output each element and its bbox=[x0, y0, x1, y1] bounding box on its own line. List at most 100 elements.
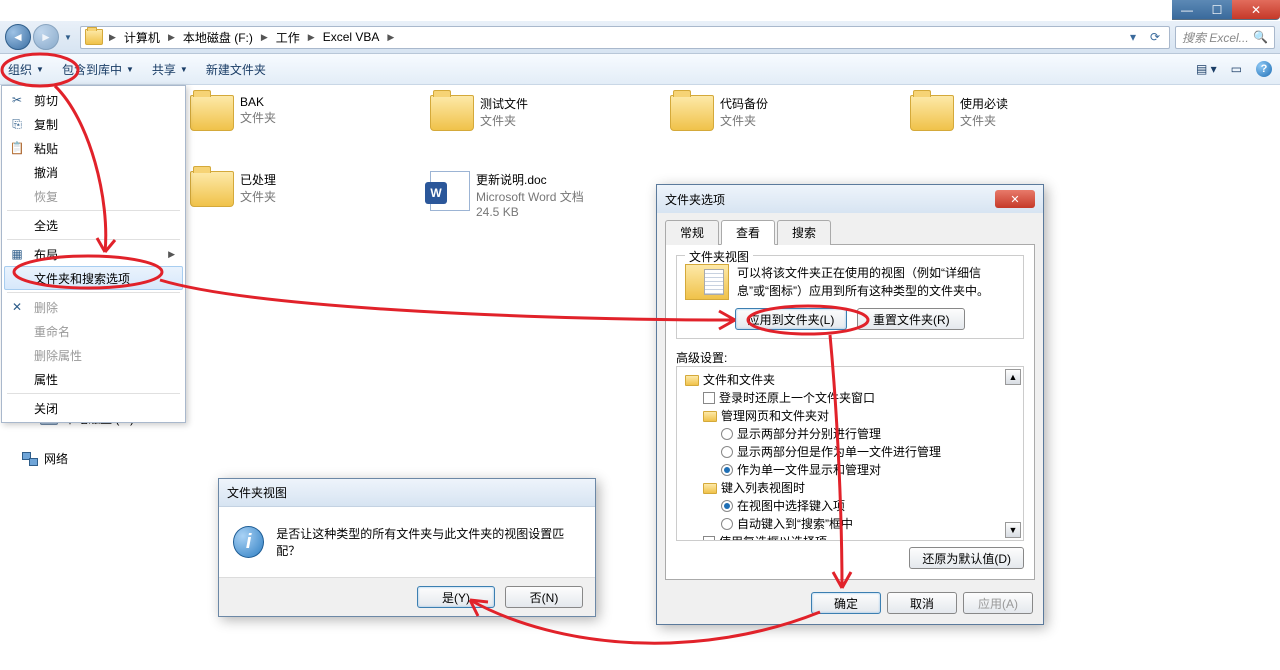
folder-item-readme[interactable]: 使用必读 文件夹 bbox=[910, 95, 1090, 131]
search-input[interactable]: 搜索 Excel... 🔍 bbox=[1175, 26, 1275, 49]
radio[interactable] bbox=[721, 500, 733, 512]
checkbox[interactable] bbox=[703, 536, 715, 541]
info-icon: i bbox=[233, 526, 264, 558]
include-label: 包含到库中 bbox=[62, 61, 122, 78]
layout-icon: ▦ bbox=[9, 246, 25, 262]
menu-redo: 恢复 bbox=[4, 184, 183, 208]
folder-item-code-backup[interactable]: 代码备份 文件夹 bbox=[670, 95, 850, 131]
radio[interactable] bbox=[721, 428, 733, 440]
file-name: 已处理 bbox=[240, 171, 276, 188]
ok-button[interactable]: 确定 bbox=[811, 592, 881, 614]
dialog-close-button[interactable]: ✕ bbox=[995, 190, 1035, 208]
menu-undo[interactable]: 撤消 bbox=[4, 160, 183, 184]
file-name: 代码备份 bbox=[720, 95, 768, 112]
copy-icon: ⎘ bbox=[9, 116, 25, 132]
menu-copy[interactable]: ⎘复制 bbox=[4, 112, 183, 136]
cut-icon: ✂ bbox=[9, 92, 25, 108]
organize-menu: ✂剪切 ⎘复制 📋粘贴 撤消 恢复 全选 ▦布局▶ 文件夹和搜索选项 ✕删除 重… bbox=[1, 85, 186, 423]
tab-general[interactable]: 常规 bbox=[665, 220, 719, 245]
group-folder-views: 文件夹视图 bbox=[685, 248, 753, 265]
menu-layout[interactable]: ▦布局▶ bbox=[4, 242, 183, 266]
breadcrumb[interactable]: 本地磁盘 (F:) bbox=[181, 29, 255, 46]
folder-item-bak[interactable]: BAK 文件夹 bbox=[190, 95, 370, 131]
file-size: 24.5 KB bbox=[476, 205, 584, 219]
submenu-arrow-icon: ▶ bbox=[168, 249, 175, 260]
apply-to-folders-button[interactable]: 应用到文件夹(L) bbox=[735, 308, 848, 330]
window-min-button[interactable]: — bbox=[1172, 0, 1202, 20]
nav-forward-button[interactable]: ► bbox=[33, 24, 59, 50]
advanced-settings-tree[interactable]: ▲ ▼ 文件和文件夹 登录时还原上一个文件夹窗口 管理网页和文件夹对 显示两部分… bbox=[676, 366, 1024, 541]
reset-folders-button[interactable]: 重置文件夹(R) bbox=[857, 308, 965, 330]
preview-pane-icon[interactable]: ▭ bbox=[1231, 62, 1242, 76]
delete-icon: ✕ bbox=[9, 299, 25, 315]
folder-icon bbox=[670, 95, 714, 131]
file-name: 测试文件 bbox=[480, 95, 528, 112]
file-type: 文件夹 bbox=[720, 112, 768, 129]
folder-icon bbox=[703, 483, 717, 494]
file-type: 文件夹 bbox=[240, 188, 276, 205]
scroll-up-button[interactable]: ▲ bbox=[1005, 369, 1021, 385]
radio[interactable] bbox=[721, 518, 733, 530]
help-icon[interactable]: ? bbox=[1256, 61, 1272, 77]
radio[interactable] bbox=[721, 446, 733, 458]
nav-network[interactable]: 网络 bbox=[22, 448, 151, 470]
breadcrumb[interactable]: 计算机 bbox=[122, 29, 162, 46]
apply-button[interactable]: 应用(A) bbox=[963, 592, 1033, 614]
refresh-icon[interactable]: ⟳ bbox=[1145, 30, 1165, 44]
msgbox-title: 文件夹视图 bbox=[227, 484, 287, 501]
breadcrumb[interactable]: 工作 bbox=[274, 29, 302, 46]
folder-icon bbox=[430, 95, 474, 131]
tab-view[interactable]: 查看 bbox=[721, 220, 775, 245]
file-type: 文件夹 bbox=[960, 112, 1008, 129]
chevron-down-icon: ▼ bbox=[180, 65, 188, 74]
address-dropdown-icon[interactable]: ▾ bbox=[1123, 30, 1143, 44]
nav-back-button[interactable]: ◄ bbox=[5, 24, 31, 50]
view-mode-icon[interactable]: ▤ ▾ bbox=[1196, 62, 1217, 76]
menu-separator bbox=[7, 239, 180, 240]
search-placeholder: 搜索 Excel... bbox=[1182, 29, 1249, 46]
menu-select-all[interactable]: 全选 bbox=[4, 213, 183, 237]
menu-separator bbox=[7, 210, 180, 211]
chevron-right-icon: ▶ bbox=[304, 32, 319, 43]
menu-close[interactable]: 关闭 bbox=[4, 396, 183, 420]
chevron-right-icon: ▶ bbox=[383, 32, 398, 43]
word-doc-icon bbox=[430, 171, 470, 211]
file-type: Microsoft Word 文档 bbox=[476, 188, 584, 205]
include-in-library-button[interactable]: 包含到库中 ▼ bbox=[62, 61, 134, 78]
menu-paste[interactable]: 📋粘贴 bbox=[4, 136, 183, 160]
organize-button[interactable]: 组织 ▼ bbox=[8, 61, 44, 78]
breadcrumb[interactable]: Excel VBA bbox=[321, 30, 382, 44]
cancel-button[interactable]: 取消 bbox=[887, 592, 957, 614]
no-button[interactable]: 否(N) bbox=[505, 586, 583, 608]
window-close-button[interactable]: ✕ bbox=[1232, 0, 1280, 20]
folder-icon bbox=[910, 95, 954, 131]
file-item-update-doc[interactable]: 更新说明.doc Microsoft Word 文档 24.5 KB bbox=[430, 171, 610, 219]
tab-search[interactable]: 搜索 bbox=[777, 220, 831, 245]
folder-icon bbox=[685, 375, 699, 386]
network-icon bbox=[22, 452, 38, 466]
search-icon: 🔍 bbox=[1253, 30, 1268, 44]
checkbox[interactable] bbox=[703, 392, 715, 404]
nav-history-dropdown[interactable]: ▼ bbox=[61, 28, 75, 46]
dialog-title: 文件夹选项 bbox=[665, 191, 725, 208]
radio[interactable] bbox=[721, 464, 733, 476]
new-folder-button[interactable]: 新建文件夹 bbox=[206, 61, 266, 78]
menu-remove-properties: 删除属性 bbox=[4, 343, 183, 367]
menu-cut[interactable]: ✂剪切 bbox=[4, 88, 183, 112]
folder-options-dialog: 文件夹选项 ✕ 常规 查看 搜索 文件夹视图 可以将该文件夹正在使用的视图（例如… bbox=[656, 184, 1044, 625]
file-type: 文件夹 bbox=[480, 112, 528, 129]
menu-separator bbox=[7, 393, 180, 394]
share-button[interactable]: 共享 ▼ bbox=[152, 61, 188, 78]
chevron-right-icon: ▶ bbox=[257, 32, 272, 43]
restore-defaults-button[interactable]: 还原为默认值(D) bbox=[909, 547, 1024, 569]
folder-item-processed[interactable]: 已处理 文件夹 bbox=[190, 171, 370, 219]
window-max-button[interactable]: ☐ bbox=[1202, 0, 1232, 20]
yes-button[interactable]: 是(Y) bbox=[417, 586, 495, 608]
chevron-down-icon: ▼ bbox=[126, 65, 134, 74]
menu-properties[interactable]: 属性 bbox=[4, 367, 183, 391]
folder-item-test[interactable]: 测试文件 文件夹 bbox=[430, 95, 610, 131]
scroll-down-button[interactable]: ▼ bbox=[1005, 522, 1021, 538]
address-bar[interactable]: ▶ 计算机 ▶ 本地磁盘 (F:) ▶ 工作 ▶ Excel VBA ▶ ▾ ⟳ bbox=[80, 26, 1170, 49]
menu-folder-search-options[interactable]: 文件夹和搜索选项 bbox=[4, 266, 183, 290]
folder-view-icon bbox=[685, 264, 729, 300]
